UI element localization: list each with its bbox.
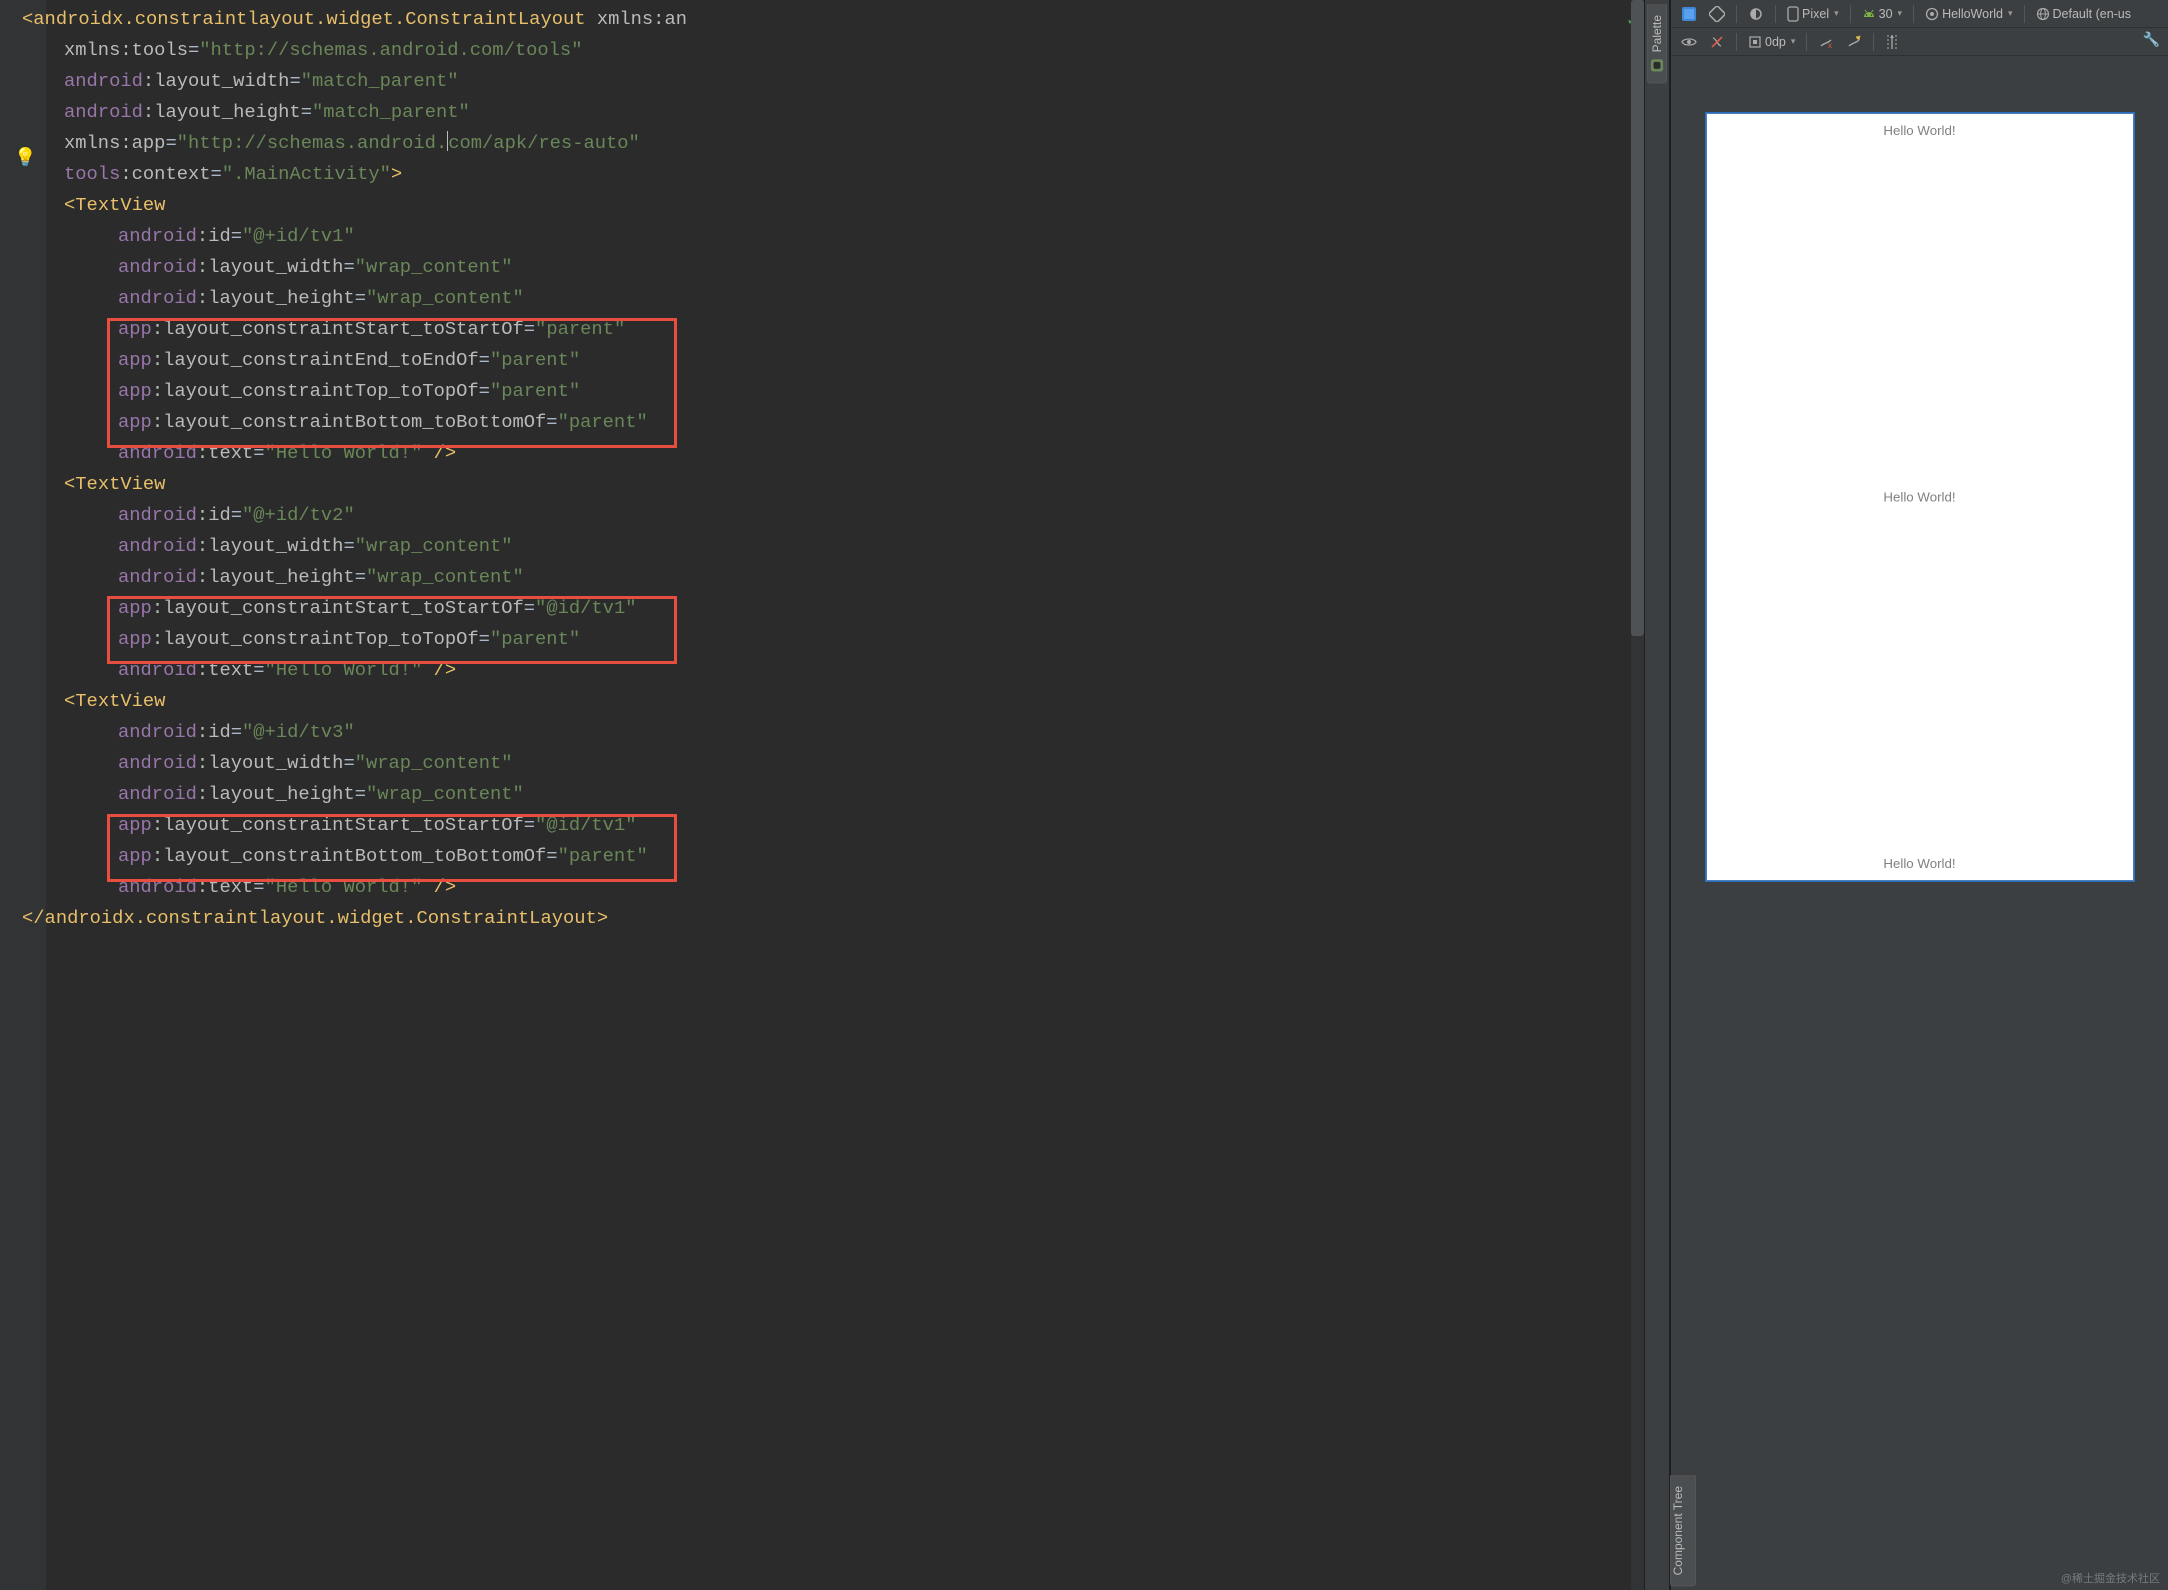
palette-tab-label: Palette <box>1650 15 1664 52</box>
android-icon <box>1862 7 1876 21</box>
root-tag: androidx.constraintlayout.widget.Constra… <box>33 8 585 30</box>
design-canvas[interactable]: Hello World! Hello World! Hello World! <box>1671 56 2168 1590</box>
editor-scrollbar-thumb[interactable] <box>1631 0 1644 636</box>
guidelines-icon[interactable] <box>1881 32 1903 52</box>
tag-textview-1: TextView <box>75 194 165 216</box>
editor-scrollbar-track[interactable] <box>1631 0 1644 1590</box>
view-options-icon[interactable] <box>1677 34 1701 50</box>
palette-icon <box>1650 58 1664 72</box>
locale-picker-label: Default (en-us <box>2053 7 2132 21</box>
clear-constraints-icon[interactable]: x <box>1814 32 1838 52</box>
theme-picker-label: HelloWorld <box>1942 7 2003 21</box>
attr-xmlns-tools: xmlns:tools <box>64 39 188 61</box>
theme-icon <box>1925 7 1939 21</box>
globe-icon <box>2036 7 2050 21</box>
preview-textview-2[interactable]: Hello World! <box>1883 490 1955 505</box>
palette-tab[interactable]: Palette <box>1647 4 1667 83</box>
component-tree-tab[interactable]: Component Tree <box>1670 1475 1696 1586</box>
theme-picker[interactable]: HelloWorld <box>1921 5 2016 23</box>
tag-textview-3: TextView <box>75 690 165 712</box>
device-picker-label: Pixel <box>1802 7 1829 21</box>
api-picker[interactable]: 30 <box>1858 5 1906 23</box>
night-mode-icon[interactable] <box>1744 4 1768 24</box>
component-tree-tab-label: Component Tree <box>1671 1486 1685 1575</box>
orientation-icon[interactable] <box>1705 4 1729 24</box>
svg-text:x: x <box>1828 41 1832 50</box>
root-close-tag: androidx.constraintlayout.widget.Constra… <box>45 907 597 929</box>
toggle-autoconnect-icon[interactable] <box>1705 32 1729 52</box>
preview-toolbar-row-2: 0dp x <box>1671 28 2168 56</box>
default-margin-label: 0dp <box>1765 35 1786 49</box>
attributes-wrench-icon[interactable]: 🔧 <box>2143 32 2160 49</box>
locale-picker[interactable]: Default (en-us <box>2032 5 2136 23</box>
device-frame[interactable]: Hello World! Hello World! Hello World! <box>1705 112 2135 882</box>
preview-textview-3[interactable]: Hello World! <box>1883 856 1955 871</box>
tag-textview-2: TextView <box>75 473 165 495</box>
preview-textview-1[interactable]: Hello World! <box>1883 123 1955 138</box>
default-margin-picker[interactable]: 0dp <box>1744 33 1799 51</box>
device-picker[interactable]: Pixel <box>1783 4 1843 24</box>
design-surface-icon[interactable] <box>1677 4 1701 24</box>
phone-icon <box>1787 6 1799 22</box>
layout-preview-panel: Pixel 30 HelloWorld Default (en-us <box>1670 0 2168 1590</box>
xml-code-editor[interactable]: 💡 ✓ <androidx.constraintlayout.widget.Co… <box>0 0 1644 1590</box>
side-tab-strip: Palette <box>1644 0 1670 1590</box>
margin-icon <box>1748 35 1762 49</box>
preview-toolbar-row-1: Pixel 30 HelloWorld Default (en-us <box>1671 0 2168 28</box>
api-picker-label: 30 <box>1879 7 1893 21</box>
infer-constraints-icon[interactable] <box>1842 32 1866 52</box>
watermark-text: @稀土掘金技术社区 <box>2061 1570 2160 1586</box>
attr-xmlns-app: xmlns:app <box>64 132 165 154</box>
